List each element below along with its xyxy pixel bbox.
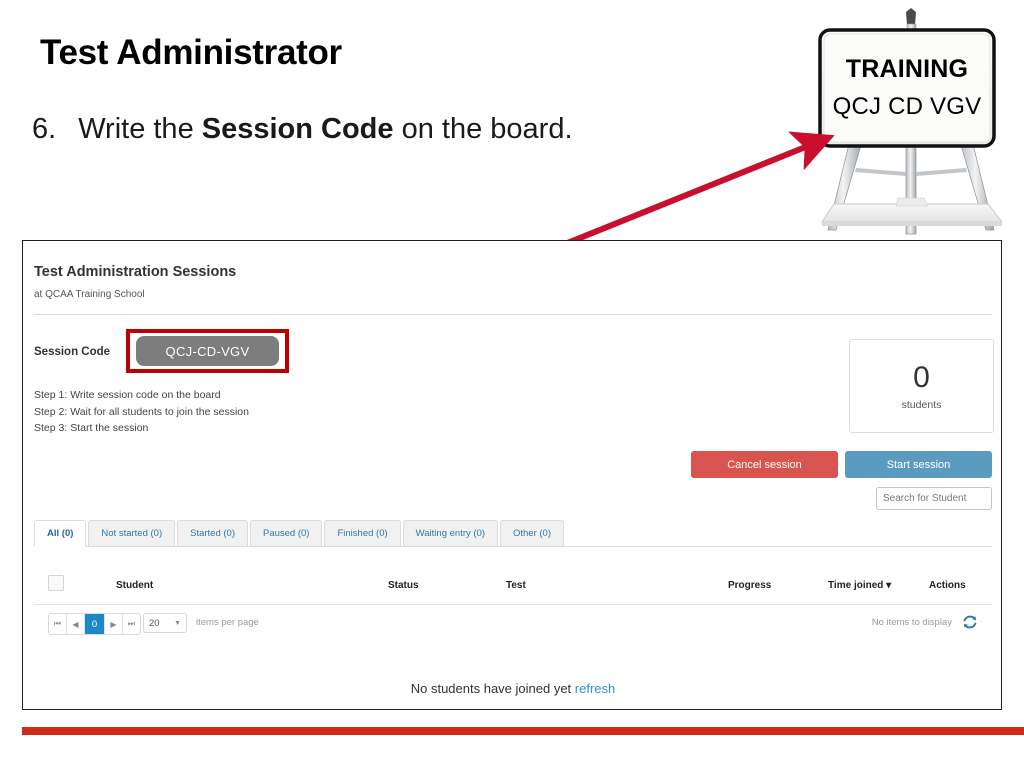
footer-accent-bar: [22, 727, 1024, 735]
empty-state-message: No students have joined yet refresh: [23, 681, 1003, 696]
session-code-value[interactable]: QCJ-CD-VGV: [136, 336, 279, 366]
tab-finished[interactable]: Finished (0): [324, 520, 401, 546]
tab-not-started[interactable]: Not started (0): [88, 520, 176, 546]
whiteboard-title: TRAINING: [845, 55, 969, 83]
step-item-2: Step 2: Wait for all students to join th…: [34, 405, 249, 418]
empty-state-text: No students have joined yet: [410, 681, 572, 696]
students-table-header: Student Status Test Progress Time joined…: [34, 573, 992, 605]
search-student-input[interactable]: [876, 487, 992, 510]
tab-waiting-entry[interactable]: Waiting entry (0): [402, 520, 498, 546]
chevron-down-icon: ▼: [174, 619, 181, 627]
app-heading: Test Administration Sessions: [34, 264, 237, 280]
tab-paused[interactable]: Paused (0): [250, 520, 323, 546]
first-page-button[interactable]: ⏮: [49, 614, 67, 634]
session-code-label: Session Code: [34, 346, 111, 358]
column-header-student[interactable]: Student: [116, 580, 153, 591]
column-header-test[interactable]: Test: [506, 580, 526, 591]
start-session-button[interactable]: Start session: [845, 451, 992, 478]
refresh-link[interactable]: refresh: [575, 681, 615, 696]
items-per-page-value: 20: [149, 617, 160, 629]
cancel-session-button[interactable]: Cancel session: [691, 451, 838, 478]
easel-whiteboard: TRAINING QCJ CD VGV: [812, 8, 1012, 236]
step-number: 6.: [32, 113, 57, 145]
column-header-time-joined[interactable]: Time joined ▾: [828, 580, 891, 591]
status-filter-tabs: All (0) Not started (0) Started (0) Paus…: [34, 520, 992, 547]
step-item-1: Step 1: Write session code on the board: [34, 389, 221, 401]
tab-other[interactable]: Other (0): [500, 520, 565, 546]
column-header-progress[interactable]: Progress: [728, 580, 771, 591]
no-items-text: No items to display: [871, 617, 952, 628]
instruction-text-pre: Write the: [78, 113, 202, 145]
instruction-text-post: on the board.: [393, 113, 573, 145]
instruction-line: 6. Write the Session Code on the board.: [32, 113, 573, 146]
select-all-checkbox[interactable]: [48, 575, 64, 591]
table-pager: ⏮ ◀ 0 ▶ ⏭ 20 ▼ items per page No items t…: [34, 613, 992, 639]
step-item-3: Step 3: Start the session: [34, 422, 149, 434]
students-count-label: students: [901, 399, 942, 411]
next-page-button[interactable]: ▶: [105, 614, 123, 634]
previous-page-button[interactable]: ◀: [67, 614, 85, 634]
students-count-value: 0: [913, 361, 930, 394]
page-title: Test Administrator: [40, 33, 342, 72]
tab-started[interactable]: Started (0): [177, 520, 248, 546]
whiteboard-content: TRAINING QCJ CD VGV: [824, 33, 990, 143]
column-header-actions[interactable]: Actions: [929, 580, 966, 591]
steps-list: Step 1: Write session code on the board …: [34, 387, 249, 437]
students-counter-card: 0 students: [849, 339, 994, 433]
pagination-controls: ⏮ ◀ 0 ▶ ⏭: [48, 613, 141, 635]
current-page-button[interactable]: 0: [85, 614, 105, 634]
app-subheading: at QCAA Training School: [34, 289, 145, 300]
whiteboard-session-code: QCJ CD VGV: [832, 93, 982, 120]
header-divider: [34, 314, 992, 315]
column-header-status[interactable]: Status: [388, 580, 419, 591]
items-per-page-select[interactable]: 20 ▼: [143, 613, 187, 633]
items-per-page-label: items per page: [196, 617, 259, 628]
instruction-text-bold: Session Code: [201, 113, 394, 145]
refresh-icon[interactable]: [962, 614, 978, 630]
last-page-button[interactable]: ⏭: [123, 614, 140, 634]
tab-all[interactable]: All (0): [34, 520, 87, 547]
app-window: Test Administration Sessions at QCAA Tra…: [22, 240, 1002, 710]
